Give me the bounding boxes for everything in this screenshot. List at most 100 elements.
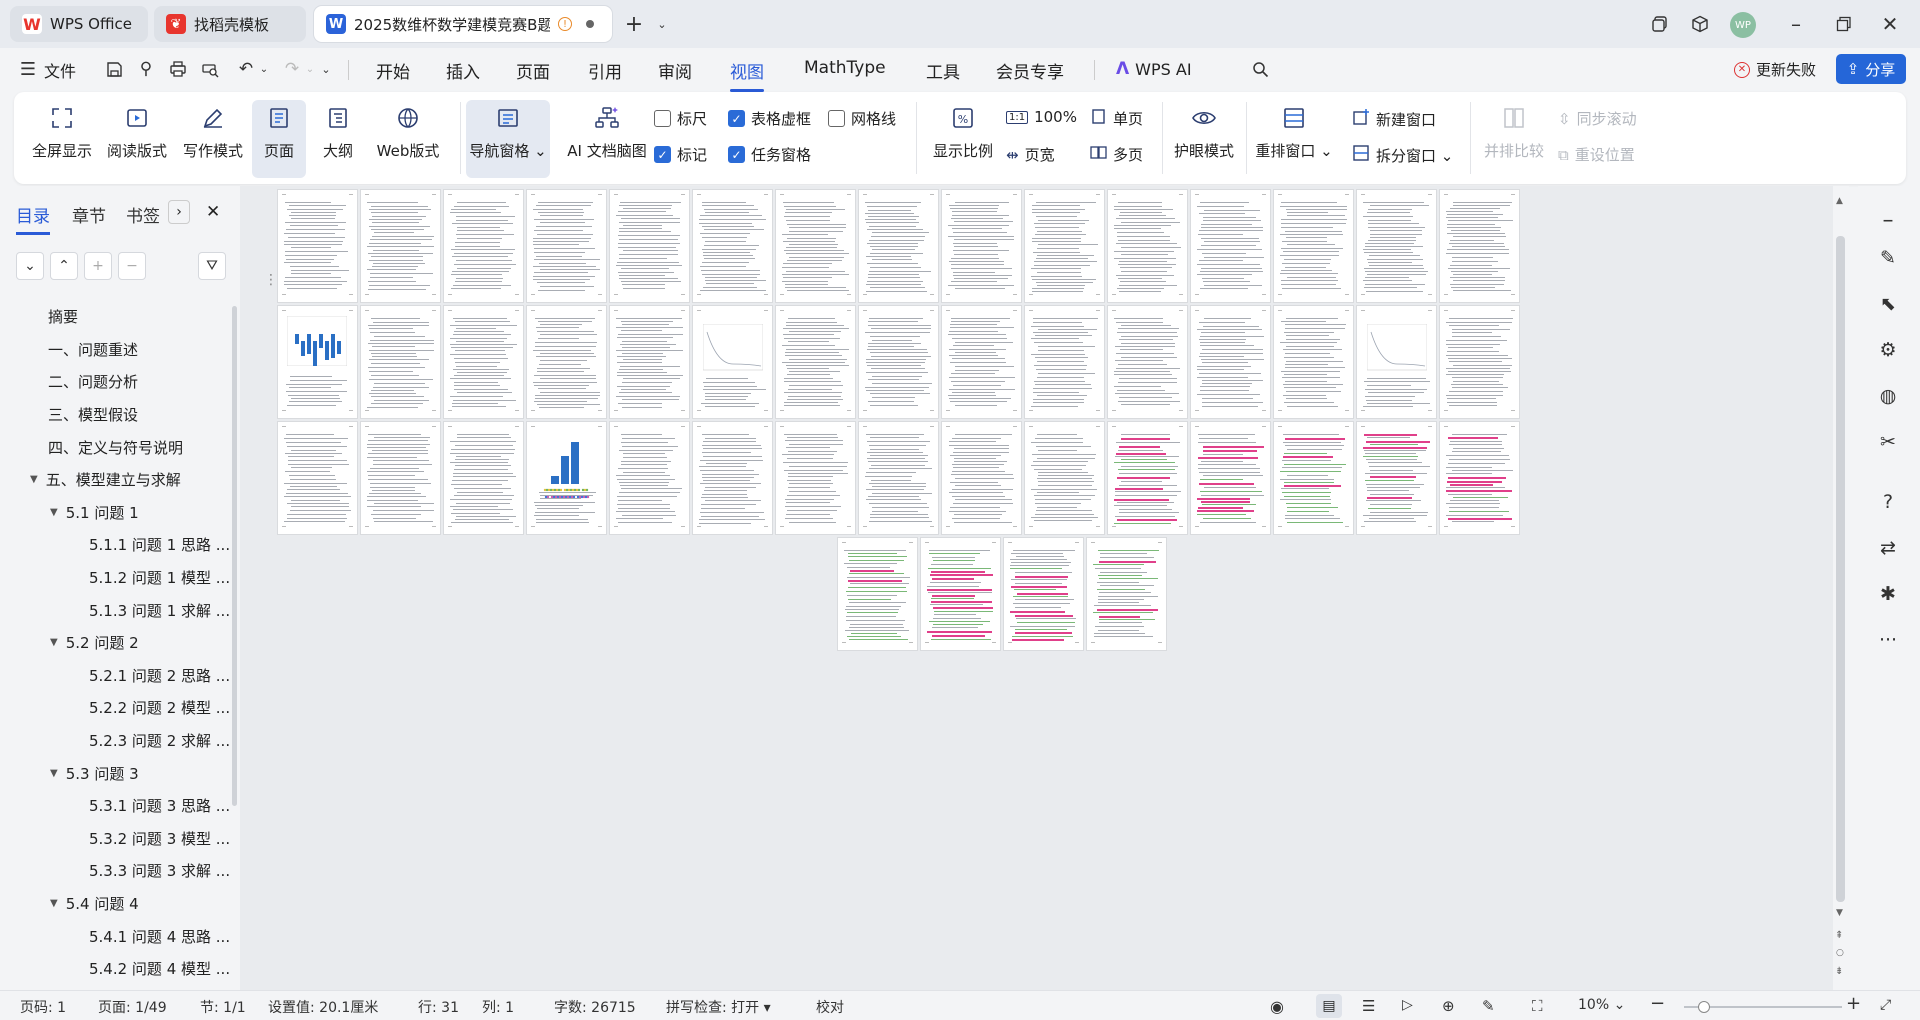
page-thumbnail[interactable] (921, 538, 1000, 650)
reading-mode-button[interactable]: 阅读版式 (106, 104, 168, 161)
page-thumbnail[interactable] (1191, 190, 1270, 302)
outline-item[interactable]: 四、定义与符号说明 (48, 437, 183, 458)
outline-item[interactable]: ▼ 5.1 问题 1 (50, 502, 139, 523)
page-thumbnail[interactable] (444, 422, 523, 534)
outline-item[interactable]: ▼ 5.2 问题 2 (50, 632, 139, 653)
tab-document[interactable]: W 2025数维杯数学建模竞赛B题 ! (314, 6, 612, 42)
adjust-sliders-icon[interactable]: ⚙ (1874, 336, 1902, 364)
multi-page-button[interactable]: 多页 (1090, 144, 1143, 165)
outline-item[interactable]: 5.1.3 问题 1 求解 ... (89, 600, 230, 621)
page-thumbnail[interactable] (1191, 422, 1270, 534)
scroll-thumb[interactable] (1836, 236, 1845, 902)
page-thumbnail[interactable] (444, 190, 523, 302)
page-thumbnail[interactable] (859, 422, 938, 534)
status-page-number[interactable]: 页码: 1 (20, 997, 66, 1017)
search-icon[interactable] (1250, 59, 1270, 79)
page-thumbnail[interactable] (693, 306, 772, 418)
page-thumbnail[interactable] (1440, 422, 1519, 534)
eye-mode-icon[interactable]: ◉ (1270, 997, 1284, 1016)
outline-item[interactable]: 5.4.2 问题 4 模型 ... (89, 958, 230, 979)
page-thumbnail[interactable] (1025, 306, 1104, 418)
zoom-level[interactable]: 10% ⌄ (1578, 997, 1625, 1013)
tab-wps-office[interactable]: W WPS Office (10, 6, 148, 42)
page-thumbnail[interactable] (1357, 190, 1436, 302)
page-thumbnail[interactable] (278, 422, 357, 534)
outline-item[interactable]: 5.3.1 问题 3 思路 ... (89, 795, 230, 816)
share-link-icon[interactable]: ⚲ (136, 59, 156, 79)
page-view-status-icon[interactable]: ▤ (1316, 994, 1342, 1018)
plugin-icon[interactable]: ✱ (1874, 580, 1902, 608)
outline-item[interactable]: 一、问题重述 (48, 339, 138, 360)
vertical-scrollbar[interactable]: ▲ ▼ ⇞ ○ ⇟ (1833, 186, 1849, 990)
tab-sections[interactable]: 章节 (72, 202, 106, 227)
write-status-icon[interactable]: ✎ (1482, 997, 1495, 1015)
scroll-up-icon[interactable]: ▲ (1836, 196, 1843, 206)
status-page[interactable]: 页面: 1/49 (98, 997, 167, 1017)
collapse-up-icon[interactable]: ⌃ (50, 252, 78, 280)
style-palette-icon[interactable]: ◍ (1874, 382, 1902, 410)
page-thumbnail[interactable] (693, 422, 772, 534)
outline-status-icon[interactable]: ☰ (1362, 997, 1375, 1015)
page-thumbnail[interactable] (859, 306, 938, 418)
page-width-button[interactable]: ⇹ 页宽 (1006, 144, 1055, 165)
status-column[interactable]: 列: 1 (482, 997, 514, 1017)
ai-outline-icon[interactable]: ⛛ (198, 252, 226, 280)
page-thumbnail[interactable] (610, 190, 689, 302)
web-view-button[interactable]: Web版式 (370, 104, 446, 161)
translate-icon[interactable]: ⇄ (1874, 534, 1902, 562)
page-thumbnail[interactable] (527, 190, 606, 302)
side-by-side-button[interactable]: 并排比较 (1480, 104, 1548, 161)
next-page-icon[interactable]: ⇟ (1835, 966, 1843, 977)
table-gridlines-checkbox[interactable]: ✓ 表格虚框 (728, 108, 811, 129)
wps-ai-button[interactable]: Ʌ WPS AI (1116, 59, 1192, 79)
select-cursor-icon[interactable]: ⬉ (1874, 290, 1902, 318)
more-tabs-chevron-icon[interactable]: › (168, 200, 190, 224)
eye-mode-button[interactable]: 护眼模式 (1172, 104, 1236, 161)
hamburger-menu-icon[interactable]: ☰ (18, 59, 38, 80)
page-thumbnail[interactable] (776, 306, 855, 418)
menu-member[interactable]: 会员专享 (996, 58, 1064, 83)
edit-pen-icon[interactable]: ✎ (1874, 244, 1902, 272)
page-thumbnail[interactable] (1274, 306, 1353, 418)
print-icon[interactable] (168, 59, 188, 79)
outline-item[interactable]: 5.1.1 问题 1 思路 ... (89, 534, 230, 555)
nav-pane-button[interactable]: 导航窗格 ⌄ (466, 100, 550, 178)
tab-list-chevron-icon[interactable]: ⌄ (652, 14, 672, 34)
unsaved-dot-icon[interactable] (586, 20, 594, 28)
status-setting-value[interactable]: 设置值: 20.1厘米 (268, 997, 378, 1017)
rearrange-window-button[interactable]: 重排窗口 ⌄ (1254, 104, 1334, 161)
zoom-in-icon[interactable]: + (1846, 993, 1861, 1014)
fullscreen-button[interactable]: 全屏显示 (32, 104, 92, 161)
expanded-triangle-icon[interactable]: ▼ (50, 898, 58, 909)
menu-mathtype[interactable]: MathType (804, 58, 886, 78)
page-thumbnail[interactable] (942, 422, 1021, 534)
gridlines-checkbox[interactable]: 网格线 (828, 108, 896, 129)
page-thumbnail[interactable] (1274, 422, 1353, 534)
outline-item[interactable]: 5.3.3 问题 3 求解 ... (89, 860, 230, 881)
split-window-button[interactable]: 拆分窗口 ⌄ (1352, 144, 1453, 166)
collapse-panel-icon[interactable]: – (1874, 206, 1902, 234)
remove-heading-icon[interactable]: − (118, 252, 146, 280)
page-thumbnail[interactable] (1025, 190, 1104, 302)
page-thumbnail[interactable] (610, 306, 689, 418)
new-window-button[interactable]: 新建窗口 (1352, 108, 1436, 130)
web-status-icon[interactable]: ⊕ (1442, 997, 1455, 1015)
scroll-down-icon[interactable]: ▼ (1836, 908, 1843, 918)
page-thumbnail[interactable] (693, 190, 772, 302)
update-failed-button[interactable]: ✕ 更新失败 (1734, 59, 1816, 80)
print-preview-icon[interactable] (200, 59, 220, 79)
add-heading-icon[interactable]: + (84, 252, 112, 280)
share-button[interactable]: ⇪ 分享 (1836, 54, 1906, 84)
page-thumbnail[interactable] (1357, 422, 1436, 534)
task-pane-checkbox[interactable]: ✓ 任务窗格 (728, 144, 811, 165)
avatar[interactable]: WP (1730, 12, 1756, 38)
zoom-slider[interactable] (1684, 1001, 1842, 1013)
quick-access-chevron-icon[interactable]: ⌄ (316, 59, 336, 79)
page-thumbnail[interactable] (1357, 306, 1436, 418)
more-icon[interactable]: ··· (1874, 626, 1902, 654)
outline-item[interactable]: 二、问题分析 (48, 371, 138, 392)
menu-tools[interactable]: 工具 (926, 58, 960, 83)
save-icon[interactable] (104, 59, 124, 79)
document-canvas[interactable]: ⋮⋮ (240, 186, 1834, 990)
menu-page[interactable]: 页面 (516, 58, 550, 83)
